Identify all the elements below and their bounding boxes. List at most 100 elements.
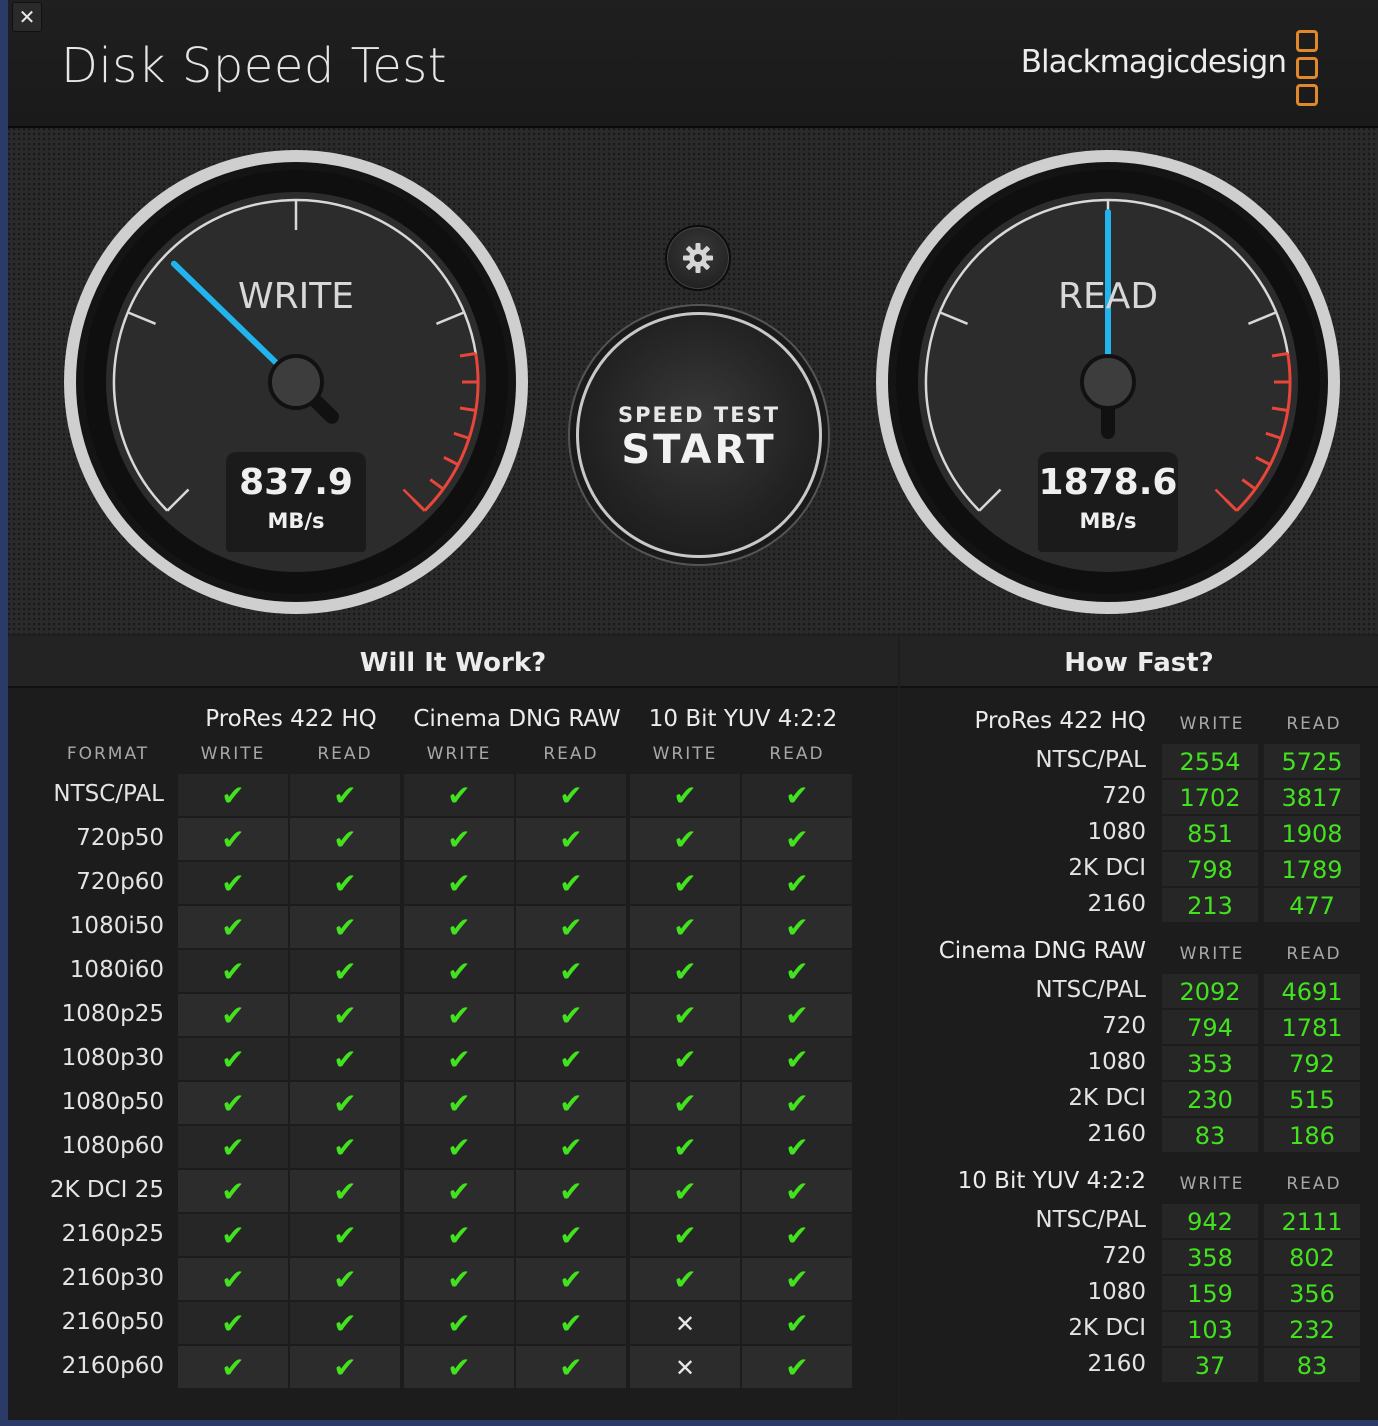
how-fast-write-header: WRITE bbox=[1179, 1174, 1245, 1194]
will-cell: ✔ bbox=[742, 994, 852, 1036]
how-fast-panel: How Fast? ProRes 422 HQ WRITE READ NTSC/PAL… bbox=[900, 636, 1378, 1420]
will-cell: ✔ bbox=[290, 862, 400, 904]
will-cell: ✔ bbox=[178, 1302, 288, 1344]
check-icon: ✔ bbox=[221, 1087, 245, 1120]
format-label: 720p60 bbox=[76, 869, 164, 895]
read-speed-value: 1878.6 bbox=[1038, 462, 1178, 503]
how-fast-read-value: 3817 bbox=[1281, 784, 1343, 812]
will-cell: ✔ bbox=[742, 862, 852, 904]
check-icon: ✔ bbox=[447, 1351, 471, 1384]
check-icon: ✔ bbox=[785, 911, 809, 944]
check-icon: ✔ bbox=[221, 1131, 245, 1164]
will-cell: ✔ bbox=[742, 774, 852, 816]
check-icon: ✔ bbox=[559, 1131, 583, 1164]
will-cell: ✔ bbox=[516, 1346, 626, 1388]
app-title: Disk Speed Test bbox=[61, 38, 448, 94]
will-cell: ✔ bbox=[516, 1170, 626, 1212]
check-icon: ✔ bbox=[785, 779, 809, 812]
format-label: 1080i60 bbox=[69, 957, 164, 983]
will-cell: ✔ bbox=[742, 1126, 852, 1168]
how-fast-read-cell: 792 bbox=[1264, 1046, 1360, 1080]
check-icon: ✔ bbox=[333, 1263, 357, 1296]
check-icon: ✔ bbox=[559, 1175, 583, 1208]
format-label: 2160p50 bbox=[61, 1309, 164, 1335]
will-cell: ✔ bbox=[178, 1126, 288, 1168]
how-fast-format-label: 2160 bbox=[1087, 1121, 1146, 1147]
check-icon: ✔ bbox=[559, 999, 583, 1032]
will-cell: ✔ bbox=[630, 950, 740, 992]
check-icon: ✔ bbox=[673, 1219, 697, 1252]
will-cell: ✔ bbox=[630, 906, 740, 948]
check-icon: ✔ bbox=[221, 1175, 245, 1208]
will-cell: ✔ bbox=[516, 862, 626, 904]
how-fast-read-cell: 186 bbox=[1264, 1118, 1360, 1152]
check-icon: ✔ bbox=[673, 1263, 697, 1296]
check-icon: ✔ bbox=[221, 867, 245, 900]
format-label: 2160p30 bbox=[61, 1265, 164, 1291]
how-fast-write-value: 942 bbox=[1187, 1208, 1233, 1236]
check-icon: ✔ bbox=[333, 1131, 357, 1164]
how-fast-write-value: 1702 bbox=[1179, 784, 1241, 812]
check-icon: ✔ bbox=[673, 1043, 697, 1076]
format-label: 2160p25 bbox=[61, 1221, 164, 1247]
start-button-caption: SPEED TEST bbox=[617, 403, 781, 427]
check-icon: ✔ bbox=[333, 955, 357, 988]
will-cell: ✔ bbox=[630, 818, 740, 860]
close-button[interactable]: ✕ bbox=[12, 2, 42, 32]
how-fast-read-value: 802 bbox=[1289, 1244, 1335, 1272]
will-cell: ✔ bbox=[742, 906, 852, 948]
check-icon: ✔ bbox=[559, 1219, 583, 1252]
how-fast-write-cell: 942 bbox=[1162, 1204, 1258, 1238]
will-cell: ✔ bbox=[404, 1214, 514, 1256]
how-fast-format-label: 2K DCI bbox=[1068, 855, 1146, 881]
format-label: 1080p50 bbox=[61, 1089, 164, 1115]
will-cell: ✔ bbox=[742, 1170, 852, 1212]
check-icon: ✔ bbox=[333, 1219, 357, 1252]
will-cell: ✔ bbox=[290, 1038, 400, 1080]
check-icon: ✔ bbox=[673, 779, 697, 812]
check-icon: ✔ bbox=[673, 1131, 697, 1164]
format-header: FORMAT bbox=[66, 744, 150, 764]
will-cell: ✔ bbox=[290, 1126, 400, 1168]
will-cell: ✔ bbox=[630, 774, 740, 816]
settings-button[interactable] bbox=[665, 225, 731, 291]
check-icon: ✔ bbox=[673, 911, 697, 944]
will-cell: ✔ bbox=[742, 818, 852, 860]
check-icon: ✔ bbox=[673, 823, 697, 856]
how-fast-read-cell: 3817 bbox=[1264, 780, 1360, 814]
will-cell: ✔ bbox=[516, 1214, 626, 1256]
cross-icon: ✕ bbox=[674, 1310, 696, 1338]
will-cell: ✔ bbox=[178, 1082, 288, 1124]
will-cell: ✔ bbox=[516, 774, 626, 816]
write-readout: 837.9 MB/s bbox=[226, 452, 366, 552]
start-button[interactable]: SPEED TEST START bbox=[576, 312, 822, 558]
check-icon: ✔ bbox=[447, 911, 471, 944]
how-fast-read-cell: 4691 bbox=[1264, 974, 1360, 1008]
format-label: 1080i50 bbox=[69, 913, 164, 939]
read-gauge-hub bbox=[1080, 354, 1136, 410]
check-icon: ✔ bbox=[221, 955, 245, 988]
check-icon: ✔ bbox=[221, 911, 245, 944]
how-fast-write-value: 83 bbox=[1194, 1122, 1226, 1150]
write-speed-unit: MB/s bbox=[267, 509, 325, 533]
check-icon: ✔ bbox=[785, 1351, 809, 1384]
check-icon: ✔ bbox=[333, 1307, 357, 1340]
check-icon: ✔ bbox=[221, 1219, 245, 1252]
how-fast-write-cell: 851 bbox=[1162, 816, 1258, 850]
check-icon: ✔ bbox=[673, 999, 697, 1032]
check-icon: ✔ bbox=[559, 1307, 583, 1340]
will-cell: ✔ bbox=[404, 1258, 514, 1300]
will-group-header: ProRes 422 HQ bbox=[205, 706, 377, 732]
will-cell: ✔ bbox=[290, 1082, 400, 1124]
will-cell: ✔ bbox=[742, 1258, 852, 1300]
how-fast-read-value: 356 bbox=[1289, 1280, 1335, 1308]
check-icon: ✔ bbox=[785, 1263, 809, 1296]
will-cell: ✔ bbox=[630, 1038, 740, 1080]
check-icon: ✔ bbox=[785, 1131, 809, 1164]
will-sub-header: WRITE bbox=[426, 744, 492, 764]
gear-icon bbox=[683, 243, 713, 273]
check-icon: ✔ bbox=[447, 1307, 471, 1340]
check-icon: ✔ bbox=[333, 779, 357, 812]
will-cell: ✔ bbox=[178, 1038, 288, 1080]
how-fast-read-value: 1789 bbox=[1281, 856, 1343, 884]
